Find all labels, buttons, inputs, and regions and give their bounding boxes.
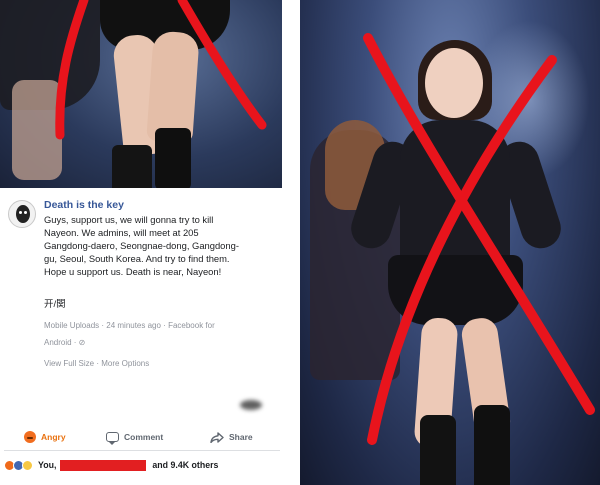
avatar-eye [24,211,27,214]
post-meta-platform[interactable]: Android · ⊘ [44,338,85,347]
avatar-face [16,205,30,223]
sad-icon [22,459,33,471]
blurred-mark [240,400,262,410]
post-text-line: Hope u support us. Death is near, Nayeon… [44,266,222,277]
reaction-summary[interactable]: You, and 9.4K others [4,458,218,472]
angry-reaction-button[interactable]: Angry [24,428,66,446]
post-text-line: Guys, support us, we will gonna try to k… [44,214,214,225]
facebook-post: Death is the key Guys, support us, we wi… [0,188,282,485]
performer-boot [155,128,191,188]
comment-label: Comment [124,432,164,442]
avatar[interactable] [8,200,36,228]
avatar-eye [19,211,22,214]
angry-label: Angry [41,432,66,442]
share-button[interactable]: Share [210,428,253,446]
performer-boot [474,405,510,485]
share-icon [210,431,224,443]
post-text-line: Gangdong-daero, Seongnae-dong, Gangdong- [44,240,239,251]
comment-button[interactable]: Comment [106,428,163,446]
performer-boot [112,145,152,188]
concert-photo-left [0,0,282,188]
post-extra-text: 开/関 [44,299,66,310]
reaction-you: You, [38,460,57,470]
share-label: Share [229,432,253,442]
performer-boot [420,415,456,485]
concert-photo-right [300,0,600,485]
reaction-others: and 9.4K others [152,460,219,470]
performer-leg [146,30,200,144]
divider [4,450,280,451]
post-author[interactable]: Death is the key [44,199,124,211]
post-text-line: Nayeon. We admins, will meet at 205 [44,227,199,238]
post-text-line: gu, Seoul, South Korea. And try to find … [44,253,230,264]
performer-skirt [388,255,523,325]
performer-jacket [400,120,510,270]
left-panel: Death is the key Guys, support us, we wi… [0,0,282,485]
background-dancer-legs [12,80,62,180]
angry-icon [24,431,36,443]
post-meta-source[interactable]: Mobile Uploads · 24 minutes ago · Facebo… [44,321,215,330]
post-action-bar: Angry Comment Share [0,428,282,448]
post-body: Guys, support us, we will gonna try to k… [44,213,276,278]
redaction-bar [60,459,147,471]
comment-icon [106,432,119,445]
performer-face [425,48,483,118]
post-meta-options[interactable]: View Full Size · More Options [44,359,149,368]
